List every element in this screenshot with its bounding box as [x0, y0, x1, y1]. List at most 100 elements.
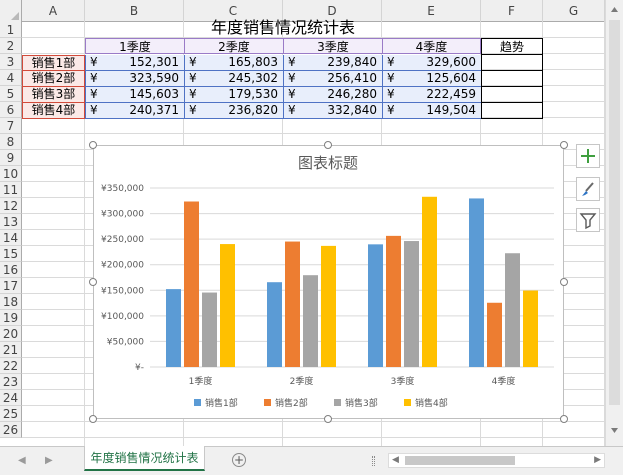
sheet-tab-active[interactable]: 年度销售情况统计表	[84, 446, 205, 471]
column-header[interactable]: F	[481, 0, 543, 22]
value-cell[interactable]: ¥222,459	[382, 87, 482, 103]
quarter-header[interactable]: 1季度	[85, 38, 184, 54]
value-cell[interactable]: ¥145,603	[85, 87, 184, 103]
chart-elements-button[interactable]	[576, 144, 600, 168]
currency-symbol: ¥	[90, 71, 98, 85]
row-header[interactable]: 13	[0, 214, 22, 230]
row-header[interactable]: 4	[0, 70, 22, 86]
row-header[interactable]: 16	[0, 262, 22, 278]
row-header[interactable]: 17	[0, 278, 22, 294]
y-tick-label: ¥150,000	[101, 286, 144, 296]
row-header[interactable]: 12	[0, 198, 22, 214]
row-header[interactable]: 14	[0, 230, 22, 246]
resize-handle[interactable]	[89, 141, 97, 149]
row-header[interactable]: 23	[0, 374, 22, 390]
chart-styles-button[interactable]	[576, 177, 600, 201]
resize-handle[interactable]	[324, 415, 332, 423]
row-header[interactable]: 18	[0, 294, 22, 310]
value-cell[interactable]: ¥179,530	[184, 87, 283, 103]
split-handle-icon[interactable]	[372, 456, 375, 466]
department-label[interactable]: 销售1部	[22, 55, 85, 71]
row-header[interactable]: 21	[0, 342, 22, 358]
value-cell[interactable]: ¥236,820	[184, 103, 283, 119]
row-header[interactable]: 10	[0, 166, 22, 182]
row-header[interactable]: 20	[0, 326, 22, 342]
column-header[interactable]: A	[22, 0, 85, 22]
value-cell[interactable]: ¥125,604	[382, 71, 482, 87]
row-header[interactable]: 3	[0, 54, 22, 70]
currency-symbol: ¥	[387, 55, 395, 69]
row-header[interactable]: 9	[0, 150, 22, 166]
trend-cell[interactable]	[481, 87, 543, 103]
horizontal-scrollbar[interactable]: ◀ ▶	[388, 453, 605, 468]
row-header[interactable]: 8	[0, 134, 22, 150]
scroll-left-icon[interactable]: ◀	[392, 455, 399, 465]
scroll-right-icon[interactable]: ▶	[594, 455, 601, 465]
trend-cell[interactable]	[481, 103, 543, 119]
next-sheet-icon[interactable]: ▶	[45, 455, 53, 466]
resize-handle[interactable]	[560, 141, 568, 149]
cell-value: 239,840	[327, 55, 377, 69]
value-cell[interactable]: ¥240,371	[85, 103, 184, 119]
column-header[interactable]: G	[543, 0, 605, 22]
row-header[interactable]: 2	[0, 38, 22, 54]
currency-symbol: ¥	[90, 55, 98, 69]
row-header[interactable]: 24	[0, 390, 22, 406]
department-label[interactable]: 销售4部	[22, 103, 85, 119]
value-cell[interactable]: ¥332,840	[283, 103, 382, 119]
value-cell[interactable]: ¥239,840	[283, 55, 382, 71]
vertical-scrollbar[interactable]	[605, 0, 623, 446]
select-all-corner[interactable]	[0, 0, 22, 22]
trend-cell[interactable]	[481, 55, 543, 71]
row-header[interactable]: 15	[0, 246, 22, 262]
bar	[523, 290, 538, 367]
resize-handle[interactable]	[89, 415, 97, 423]
row-header[interactable]: 25	[0, 406, 22, 422]
scroll-thumb[interactable]	[405, 456, 515, 465]
department-label[interactable]: 销售3部	[22, 87, 85, 103]
grid-row-line	[22, 437, 605, 438]
cell-value: 179,530	[228, 87, 278, 101]
resize-handle[interactable]	[324, 141, 332, 149]
prev-sheet-icon[interactable]: ◀	[18, 455, 26, 466]
legend-swatch	[194, 399, 201, 406]
table-title[interactable]: 年度销售情况统计表	[85, 18, 481, 38]
department-label[interactable]: 销售2部	[22, 71, 85, 87]
chart-filters-button[interactable]	[576, 208, 600, 232]
currency-symbol: ¥	[288, 71, 296, 85]
scroll-arrows	[609, 7, 620, 433]
quarter-header[interactable]: 2季度	[184, 38, 283, 54]
bar	[505, 253, 520, 367]
trend-header[interactable]: 趋势	[481, 38, 543, 55]
row-header[interactable]: 11	[0, 182, 22, 198]
resize-handle[interactable]	[89, 278, 97, 286]
value-cell[interactable]: ¥246,280	[283, 87, 382, 103]
value-cell[interactable]: ¥323,590	[85, 71, 184, 87]
row-header[interactable]: 26	[0, 422, 22, 438]
row-header[interactable]: 6	[0, 102, 22, 118]
bar	[303, 275, 318, 367]
value-cell[interactable]: ¥256,410	[283, 71, 382, 87]
resize-handle[interactable]	[560, 278, 568, 286]
trend-cell[interactable]	[481, 71, 543, 87]
cell-value: 236,820	[228, 103, 278, 117]
quarter-header[interactable]: 3季度	[283, 38, 382, 54]
bar	[404, 241, 419, 367]
row-header[interactable]: 7	[0, 118, 22, 134]
quarter-header[interactable]: 4季度	[382, 38, 481, 54]
bar	[184, 201, 199, 367]
chart-area[interactable]: 图表标题 ¥- ¥50,000 ¥100,000 ¥150,000 ¥200,000 ¥25…	[93, 145, 564, 419]
value-cell[interactable]: ¥149,504	[382, 103, 482, 119]
cell-value: 165,803	[228, 55, 278, 69]
add-sheet-button[interactable]: +	[232, 453, 246, 467]
cell-value: 332,840	[327, 103, 377, 117]
value-cell[interactable]: ¥165,803	[184, 55, 283, 71]
value-cell[interactable]: ¥245,302	[184, 71, 283, 87]
row-header[interactable]: 22	[0, 358, 22, 374]
row-header[interactable]: 19	[0, 310, 22, 326]
value-cell[interactable]: ¥329,600	[382, 55, 482, 71]
resize-handle[interactable]	[560, 415, 568, 423]
row-header[interactable]: 1	[0, 22, 22, 38]
row-header[interactable]: 5	[0, 86, 22, 102]
value-cell[interactable]: ¥152,301	[85, 55, 184, 71]
